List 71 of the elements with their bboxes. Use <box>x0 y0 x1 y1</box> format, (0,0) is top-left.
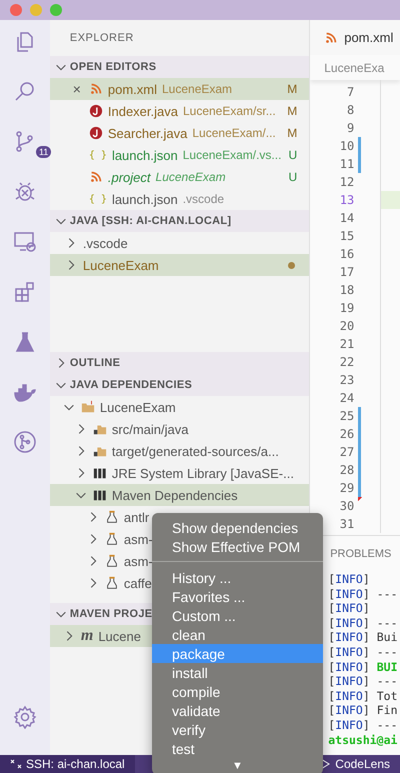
file-name: pom.xml <box>108 82 157 96</box>
file-name: launch.json <box>112 192 178 206</box>
file-path: LuceneExam/... <box>192 126 276 140</box>
terminal-line: [INFO] --- <box>328 644 399 660</box>
tree-item-label: target/generated-sources/a... <box>112 444 279 458</box>
line-number: 31 <box>338 517 354 531</box>
line-number: 27 <box>338 445 354 459</box>
terminal-line: [INFO] Tot <box>328 688 399 704</box>
terminal-line: [INFO] <box>328 572 371 587</box>
line-number: 18 <box>338 283 354 297</box>
sidebar-title: EXPLORER <box>68 31 135 46</box>
terminal-line: [INFO] --- <box>328 718 399 733</box>
folder-name: .vscode <box>82 236 128 250</box>
tree-item-label: asm- <box>124 554 153 568</box>
file-path: LuceneExam/.vs... <box>182 148 282 162</box>
tree-item-label: Lucene <box>98 628 141 644</box>
line-number: 17 <box>338 265 354 279</box>
line-number: 29 <box>338 481 354 495</box>
line-number: 13 <box>338 193 354 207</box>
file-name: Searcher.java <box>108 126 188 140</box>
terminal-line: [INFO] Fin <box>328 703 399 718</box>
line-number: 30 <box>338 499 354 513</box>
git-status: M <box>287 104 298 118</box>
file-path: LuceneExam/sr... <box>182 104 276 118</box>
terminal-line: [INFO] --- <box>328 586 399 602</box>
line-number: 14 <box>338 211 354 225</box>
line-number: 25 <box>338 409 354 423</box>
git-status: M <box>287 82 298 96</box>
git-status: U <box>288 170 298 184</box>
tree-item-label: JRE System Library [JavaSE-... <box>112 466 294 480</box>
file-name: launch.json <box>112 148 178 162</box>
line-number: 23 <box>338 373 354 387</box>
terminal-line: [INFO] Bui <box>328 630 399 645</box>
file-type-icon: { } <box>88 150 107 160</box>
terminal-line: [INFO] --- <box>328 674 399 689</box>
terminal-line: [INFO] <box>328 601 371 616</box>
file-path: LuceneExam <box>156 170 226 184</box>
line-number: 24 <box>338 391 354 405</box>
line-number: 7 <box>346 85 354 99</box>
line-number: 22 <box>338 355 354 369</box>
file-path: .vscode <box>182 192 224 206</box>
tree-item-label: src/main/java <box>112 422 188 436</box>
line-number: 11 <box>338 157 354 171</box>
line-number: 10 <box>338 139 354 153</box>
tree-item-label: Maven Dependencies <box>112 488 238 502</box>
git-status: U <box>288 148 298 162</box>
file-type-icon: m <box>80 627 94 645</box>
count-badge: 11 <box>36 146 52 158</box>
tree-item-label: caffe <box>124 576 152 590</box>
file-path: LuceneExam <box>162 82 232 96</box>
terminal-line: [INFO] --- <box>328 616 399 630</box>
line-number: 28 <box>338 463 354 477</box>
line-number: 20 <box>338 319 354 333</box>
line-number: 9 <box>346 121 354 135</box>
line-number: 26 <box>338 427 354 441</box>
file-name: .project <box>108 170 151 184</box>
git-status: M <box>287 126 298 140</box>
terminal-line: [INFO] BUI <box>328 660 399 674</box>
file-name: Indexer.java <box>108 104 178 118</box>
line-number: 8 <box>346 103 354 117</box>
line-number: 19 <box>338 301 354 315</box>
line-number: 12 <box>338 175 354 189</box>
folder-name: LuceneExam <box>82 258 159 272</box>
line-number: 15 <box>338 229 354 243</box>
line-number: 16 <box>338 247 354 261</box>
file-type-icon: { } <box>88 194 107 204</box>
terminal-prompt: atsushi@ai <box>328 732 398 748</box>
tree-item-label: asm- <box>124 532 153 546</box>
tree-item-label: antlr <box>124 510 150 524</box>
line-number: 21 <box>338 337 354 351</box>
tree-item-label: LuceneExam <box>100 400 176 414</box>
